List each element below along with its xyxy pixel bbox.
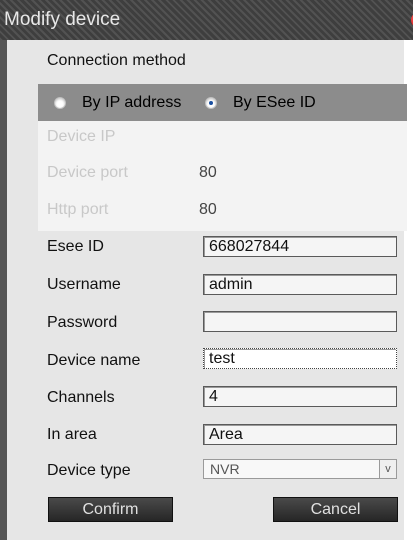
- dialog-titlebar[interactable]: Modify device: [0, 0, 413, 40]
- radio-by-ip-address[interactable]: By IP address: [54, 84, 181, 121]
- esee-id-label: Esee ID: [47, 238, 104, 255]
- confirm-button[interactable]: Confirm: [48, 497, 173, 522]
- device-name-input[interactable]: test: [203, 348, 397, 369]
- username-input[interactable]: admin: [203, 274, 397, 295]
- in-area-input[interactable]: Area: [203, 424, 397, 445]
- radio-by-esee-id[interactable]: By ESee ID: [205, 84, 316, 121]
- dialog-title: Modify device: [4, 9, 121, 30]
- device-type-select[interactable]: NVR v: [203, 459, 397, 479]
- password-label: Password: [47, 314, 118, 331]
- device-name-label: Device name: [47, 352, 141, 369]
- radio-unchecked-icon[interactable]: [54, 96, 66, 109]
- device-type-label: Device type: [47, 462, 131, 479]
- radio-by-ip-label: By IP address: [82, 93, 182, 111]
- device-ip-label: Device IP: [47, 128, 116, 145]
- ip-settings-panel: Device IP Device port 80 Http port 80: [38, 121, 407, 231]
- connection-method-label: Connection method: [47, 52, 186, 69]
- in-area-label: In area: [47, 426, 97, 443]
- cancel-button[interactable]: Cancel: [273, 497, 398, 522]
- radio-by-esee-label: By ESee ID: [233, 93, 316, 111]
- chevron-down-icon[interactable]: v: [379, 460, 396, 478]
- http-port-label: Http port: [47, 201, 109, 218]
- modify-device-dialog: Modify device Connection method By IP ad…: [0, 0, 413, 540]
- password-input[interactable]: [203, 311, 397, 332]
- http-port-value: 80: [199, 201, 217, 218]
- device-type-selected-value: NVR: [210, 461, 240, 477]
- device-port-value: 80: [199, 164, 217, 181]
- username-label: Username: [47, 276, 121, 293]
- connection-method-radio-group: By IP address By ESee ID: [38, 84, 407, 121]
- channels-label: Channels: [47, 389, 115, 406]
- radio-checked-icon[interactable]: [205, 96, 217, 109]
- channels-input[interactable]: 4: [203, 386, 397, 407]
- esee-id-input[interactable]: 668027844: [203, 236, 397, 257]
- device-port-label: Device port: [47, 164, 128, 181]
